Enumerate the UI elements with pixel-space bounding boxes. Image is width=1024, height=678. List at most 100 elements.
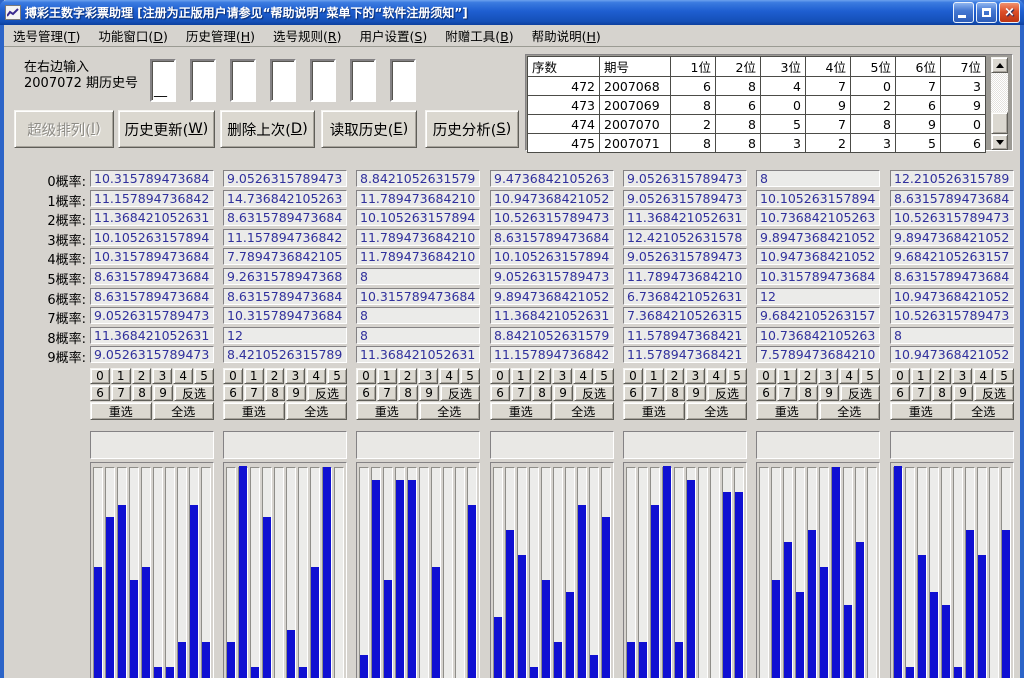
prob-field-pos2-digit1[interactable]: 14.736842105263 [223,190,347,207]
selection-readout-4[interactable] [490,431,614,459]
prob-field-pos6-digit3[interactable]: 9.8947368421052 [756,229,880,246]
reselect-button[interactable]: 重选 [623,402,685,420]
digit-button-3[interactable]: 3 [552,368,572,384]
digit-button-7[interactable]: 7 [377,385,397,401]
digit-button-5[interactable]: 5 [194,368,214,384]
prob-field-pos3-digit6[interactable]: 10.315789473684 [356,288,480,305]
digit-button-9[interactable]: 9 [686,385,706,401]
prob-field-pos5-digit4[interactable]: 9.0526315789473 [623,248,747,265]
digit-button-1[interactable]: 1 [111,368,131,384]
close-button[interactable]: × [999,2,1020,23]
history-digit-input-6[interactable] [390,59,416,102]
scrollbar-track[interactable] [991,73,1008,134]
table-scrollbar[interactable] [991,57,1008,150]
prob-field-pos5-digit8[interactable]: 11.578947368421 [623,327,747,344]
prob-field-pos7-digit4[interactable]: 9.6842105263157 [890,248,1014,265]
prob-field-pos2-digit8[interactable]: 12 [223,327,347,344]
menu-item-3[interactable]: 选号规则(R) [264,24,350,47]
reselect-button[interactable]: 重选 [90,402,152,420]
prob-field-pos1-digit4[interactable]: 10.315789473684 [90,248,214,265]
selection-readout-1[interactable] [90,431,214,459]
digit-button-5[interactable]: 5 [994,368,1014,384]
prob-field-pos6-digit4[interactable]: 10.947368421052 [756,248,880,265]
prob-field-pos3-digit5[interactable]: 8 [356,268,480,285]
prob-field-pos7-digit8[interactable]: 8 [890,327,1014,344]
digit-button-5[interactable]: 5 [727,368,747,384]
prob-field-pos4-digit0[interactable]: 9.4736842105263 [490,170,614,187]
prob-field-pos4-digit4[interactable]: 10.105263157894 [490,248,614,265]
scrollbar-thumb[interactable] [991,112,1008,134]
prob-field-pos5-digit5[interactable]: 11.789473684210 [623,268,747,285]
prob-field-pos1-digit7[interactable]: 9.0526315789473 [90,307,214,324]
digit-button-0[interactable]: 0 [90,368,110,384]
digit-button-1[interactable]: 1 [644,368,664,384]
prob-field-pos4-digit7[interactable]: 11.368421052631 [490,307,614,324]
invert-selection-button[interactable]: 反选 [174,385,214,401]
digit-button-9[interactable]: 9 [286,385,306,401]
selection-readout-6[interactable] [756,431,880,459]
table-row[interactable]: 47520070718832356 [528,134,986,153]
digit-button-8[interactable]: 8 [665,385,685,401]
prob-field-pos3-digit0[interactable]: 8.8421052631579 [356,170,480,187]
digit-button-8[interactable]: 8 [398,385,418,401]
digit-button-9[interactable]: 9 [419,385,439,401]
digit-button-6[interactable]: 6 [223,385,243,401]
reselect-button[interactable]: 重选 [223,402,285,420]
minimize-button[interactable] [953,2,974,23]
scroll-down-button[interactable] [991,134,1008,150]
digit-button-8[interactable]: 8 [132,385,152,401]
reselect-button[interactable]: 重选 [356,402,418,420]
select-all-button[interactable]: 全选 [686,402,748,420]
prob-field-pos7-digit0[interactable]: 12.210526315789 [890,170,1014,187]
digit-button-7[interactable]: 7 [644,385,664,401]
prob-field-pos3-digit7[interactable]: 8 [356,307,480,324]
digit-button-1[interactable]: 1 [777,368,797,384]
digit-button-4[interactable]: 4 [706,368,726,384]
prob-field-pos2-digit3[interactable]: 11.157894736842 [223,229,347,246]
digit-button-2[interactable]: 2 [932,368,952,384]
digit-button-2[interactable]: 2 [398,368,418,384]
prob-field-pos7-digit1[interactable]: 8.6315789473684 [890,190,1014,207]
menu-item-2[interactable]: 历史管理(H) [177,24,264,47]
prob-field-pos1-digit2[interactable]: 11.368421052631 [90,209,214,226]
digit-button-2[interactable]: 2 [265,368,285,384]
digit-button-9[interactable]: 9 [953,385,973,401]
prob-field-pos5-digit2[interactable]: 11.368421052631 [623,209,747,226]
prob-field-pos7-digit6[interactable]: 10.947368421052 [890,288,1014,305]
prob-field-pos7-digit2[interactable]: 10.526315789473 [890,209,1014,226]
invert-selection-button[interactable]: 反选 [840,385,880,401]
digit-button-4[interactable]: 4 [306,368,326,384]
prob-field-pos6-digit7[interactable]: 9.6842105263157 [756,307,880,324]
digit-button-4[interactable]: 4 [973,368,993,384]
digit-button-4[interactable]: 4 [173,368,193,384]
read-history-button[interactable]: 读取历史(E) [321,110,417,148]
digit-button-7[interactable]: 7 [111,385,131,401]
select-all-button[interactable]: 全选 [153,402,215,420]
prob-field-pos5-digit1[interactable]: 9.0526315789473 [623,190,747,207]
digit-button-8[interactable]: 8 [798,385,818,401]
invert-selection-button[interactable]: 反选 [707,385,747,401]
prob-field-pos1-digit0[interactable]: 10.315789473684 [90,170,214,187]
menu-item-4[interactable]: 用户设置(S) [351,24,437,47]
prob-field-pos2-digit5[interactable]: 9.2631578947368 [223,268,347,285]
digit-button-2[interactable]: 2 [798,368,818,384]
prob-field-pos7-digit7[interactable]: 10.526315789473 [890,307,1014,324]
prob-field-pos2-digit2[interactable]: 8.6315789473684 [223,209,347,226]
prob-field-pos1-digit6[interactable]: 8.6315789473684 [90,288,214,305]
digit-button-1[interactable]: 1 [377,368,397,384]
prob-field-pos3-digit1[interactable]: 11.789473684210 [356,190,480,207]
digit-button-3[interactable]: 3 [685,368,705,384]
digit-button-3[interactable]: 3 [818,368,838,384]
digit-button-3[interactable]: 3 [952,368,972,384]
history-digit-input-3[interactable] [270,59,296,102]
digit-button-2[interactable]: 2 [665,368,685,384]
menu-item-6[interactable]: 帮助说明(H) [523,24,610,47]
digit-button-6[interactable]: 6 [756,385,776,401]
digit-button-0[interactable]: 0 [356,368,376,384]
table-row[interactable]: 47220070686847073 [528,77,986,96]
digit-button-4[interactable]: 4 [439,368,459,384]
digit-button-3[interactable]: 3 [152,368,172,384]
digit-button-4[interactable]: 4 [839,368,859,384]
digit-button-4[interactable]: 4 [573,368,593,384]
digit-button-7[interactable]: 7 [511,385,531,401]
